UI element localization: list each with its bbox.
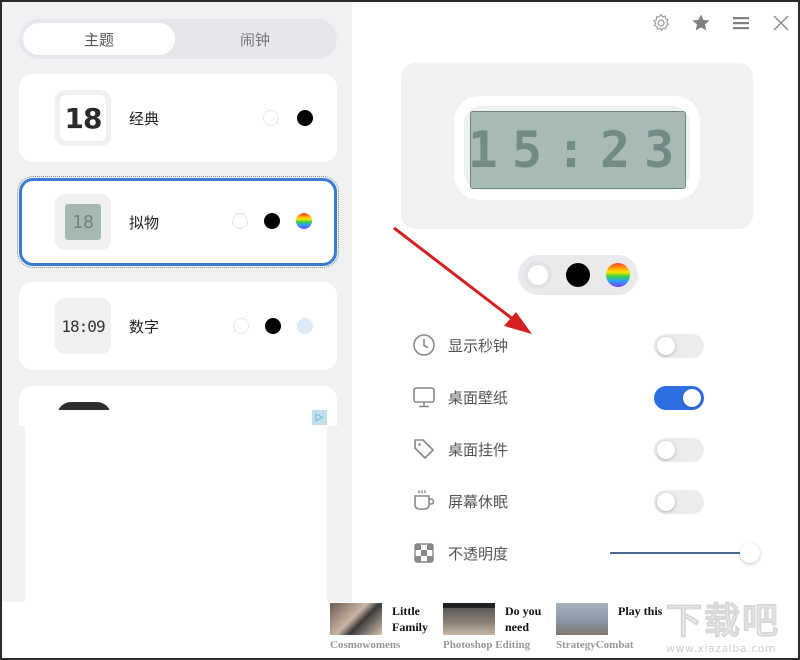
window-toolbar <box>650 12 792 34</box>
theme-thumbnail: 18 <box>55 194 111 250</box>
color-option-lightblue[interactable] <box>297 318 313 334</box>
setting-opacity: 不透明度 <box>412 538 762 568</box>
checkerboard-icon <box>412 541 436 565</box>
ad-title: Do you need <box>505 604 542 634</box>
color-option-black[interactable] <box>264 213 280 229</box>
theme-name: 经典 <box>129 109 160 128</box>
preview-color-white[interactable] <box>524 261 552 289</box>
theme-name: 拟物 <box>129 213 160 232</box>
lcd-thumb-digits: 18 <box>65 204 101 240</box>
ad-thumbnail <box>443 603 495 635</box>
preview-color-black[interactable] <box>566 263 590 287</box>
theme-card-digital[interactable]: 18:09 数字 <box>19 282 337 370</box>
screen-sleep-toggle[interactable] <box>654 490 704 514</box>
monitor-icon <box>412 385 436 409</box>
gear-icon[interactable] <box>650 12 672 34</box>
color-option-black[interactable] <box>265 318 281 334</box>
menu-icon[interactable] <box>730 12 752 34</box>
ad-title: Play this <box>618 604 663 618</box>
color-option-white[interactable] <box>233 318 249 334</box>
color-option-black[interactable] <box>297 110 313 126</box>
ad-thumbnail <box>330 603 382 635</box>
color-option-white[interactable] <box>263 110 279 126</box>
desktop-widget-toggle[interactable] <box>654 438 704 462</box>
digital-thumb-digits: 18:09 <box>61 316 105 336</box>
ad-title: Little Family <box>392 604 428 634</box>
setting-label: 显示秒钟 <box>448 336 509 355</box>
theme-card-skeuomorphic[interactable]: 18 拟物 <box>17 176 339 268</box>
setting-screen-sleep: 屏幕休眠 <box>412 486 762 516</box>
watermark-logo: 下载吧 www.xiazaiba.com <box>666 601 798 658</box>
setting-show-seconds: 显示秒钟 <box>412 330 762 360</box>
close-icon[interactable] <box>770 12 792 34</box>
watermark-url: www.xiazaiba.com <box>666 642 777 655</box>
ad-thumbnail <box>556 603 608 635</box>
lcd-display: 15:23 <box>467 111 689 189</box>
tab-theme[interactable]: 主题 <box>23 23 175 55</box>
lcd-frame: 15:23 <box>454 96 700 200</box>
theme-sidebar: 主题 闹钟 18 经典 18 拟物 18:09 数字 ▷ <box>2 2 352 658</box>
tab-switcher: 主题 闹钟 <box>19 19 337 59</box>
setting-label: 屏幕休眠 <box>448 492 509 511</box>
ad-source: Photoshop Editing <box>443 639 531 651</box>
watermark-text: 下载吧 <box>666 601 781 642</box>
theme-thumbnail: 18 <box>55 90 111 146</box>
app-window: 主题 闹钟 18 经典 18 拟物 18:09 数字 ▷ 15:23 显示秒钟 … <box>2 2 798 658</box>
ad-choices-icon[interactable]: ▷ <box>312 410 327 425</box>
desktop-wallpaper-toggle[interactable] <box>654 386 704 410</box>
star-icon[interactable] <box>690 12 712 34</box>
lcd-time: 15:23 <box>467 121 689 179</box>
tab-alarm[interactable]: 闹钟 <box>179 23 331 55</box>
preview-color-picker <box>518 255 638 295</box>
setting-label: 桌面挂件 <box>448 440 509 459</box>
opacity-slider[interactable] <box>610 543 760 563</box>
setting-desktop-widget: 桌面挂件 <box>412 434 762 464</box>
ad-source: Cosmowomens <box>330 639 401 651</box>
clock-icon <box>412 333 436 357</box>
theme-card-classic[interactable]: 18 经典 <box>19 74 337 162</box>
show-seconds-toggle[interactable] <box>654 334 704 358</box>
coffee-cup-icon <box>412 489 436 513</box>
color-option-rainbow[interactable] <box>296 213 312 229</box>
lcd-bezel: 15:23 <box>464 106 690 190</box>
theme-thumbnail: 18:09 <box>55 298 111 354</box>
clock-preview: 15:23 <box>401 63 753 229</box>
setting-label: 不透明度 <box>448 544 509 563</box>
preview-color-rainbow[interactable] <box>606 263 630 287</box>
tag-icon <box>412 437 436 461</box>
color-option-white[interactable] <box>232 213 248 229</box>
classic-thumb-digits: 18 <box>60 95 106 141</box>
setting-label: 桌面壁纸 <box>448 388 509 407</box>
slider-thumb[interactable] <box>740 543 760 563</box>
ad-source: StrategyCombat <box>556 639 634 651</box>
setting-desktop-wallpaper: 桌面壁纸 <box>412 382 762 412</box>
theme-name: 数字 <box>129 317 160 336</box>
